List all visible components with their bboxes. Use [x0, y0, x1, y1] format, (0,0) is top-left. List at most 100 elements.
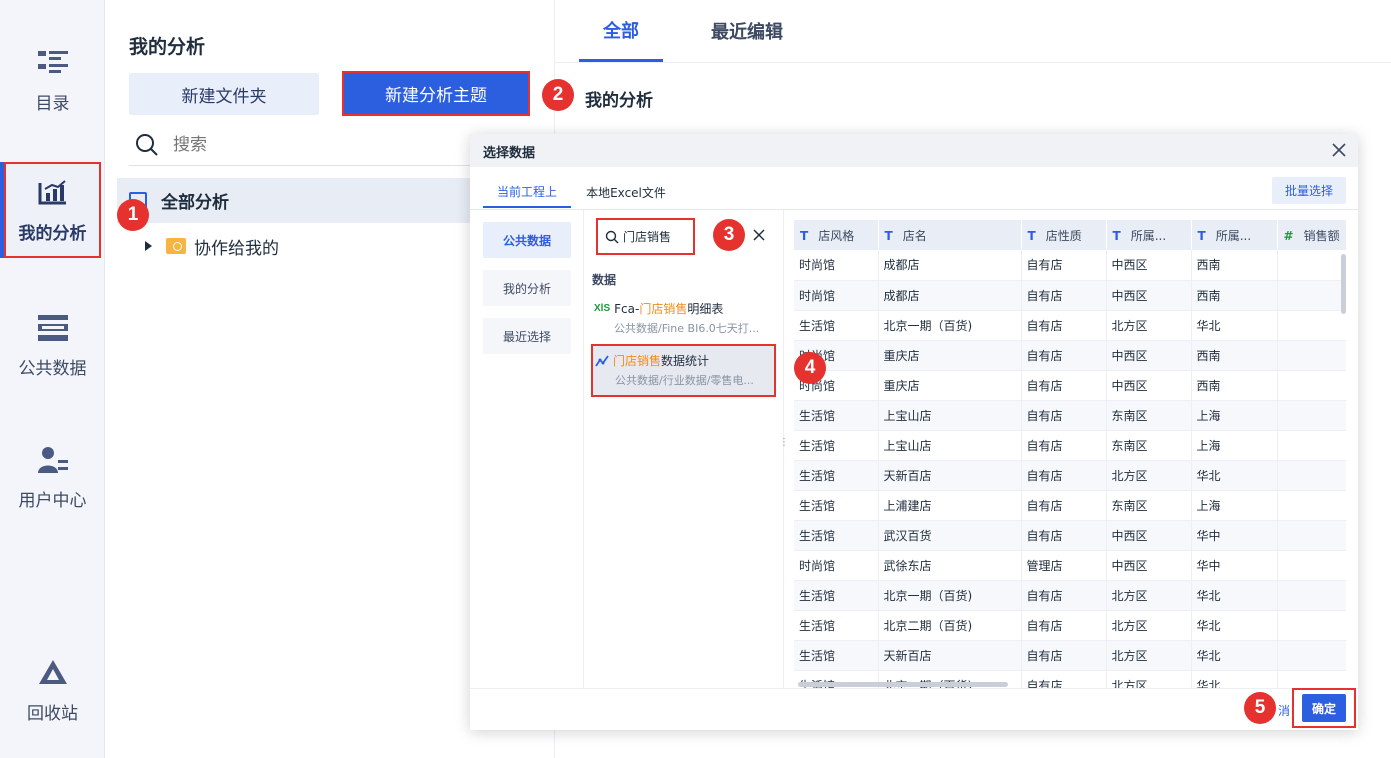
- table-cell: 北方区: [1106, 610, 1192, 641]
- nav-label: 目录: [35, 93, 70, 114]
- dialog-title: 选择数据: [483, 146, 536, 161]
- table-cell: 时尚馆: [794, 550, 879, 581]
- table-cell: 1,84: [1277, 640, 1346, 671]
- vertical-scrollbar[interactable]: [1341, 254, 1346, 314]
- tab-local-excel[interactable]: 本地Excel文件: [580, 176, 672, 208]
- nav-item-recycle-bin[interactable]: 回收站: [0, 640, 105, 740]
- tab-all[interactable]: 全部: [579, 0, 663, 62]
- table-cell: 生活馆: [794, 310, 879, 341]
- dataset-search-field[interactable]: 门店销售: [596, 218, 695, 255]
- confirm-button[interactable]: 确定: [1302, 694, 1346, 722]
- table-cell: 北京二期（百货): [878, 610, 1022, 641]
- table-row[interactable]: 生活馆武汉百货自有店中西区华中5,67: [794, 520, 1346, 551]
- dataset-search-value[interactable]: 门店销售: [623, 228, 671, 245]
- step-badge: 4: [794, 352, 826, 384]
- dataset-list: 门店销售 数据 XlS Fca- 门店销售 明细表 公共数据/Fine BI6.0七…: [584, 210, 784, 688]
- table-row[interactable]: 生活馆北京二期（百货)自有店北方区华北5,39: [794, 610, 1346, 641]
- table-cell: 1,37: [1277, 670, 1346, 688]
- dataset-item-title: 门店销售 数据统计: [595, 352, 709, 369]
- dataset-item-detail[interactable]: XlS Fca- 门店销售 明细表 公共数据/Fine BI6.0七天打...: [592, 294, 774, 342]
- side-my-analysis[interactable]: 我的分析: [483, 270, 571, 306]
- dataset-name-highlight: 门店销售: [639, 302, 688, 316]
- table-cell: 华北: [1191, 610, 1278, 641]
- table-cell: 5,67: [1277, 520, 1346, 551]
- left-nav: 目录 我的分析 公共数据 用户中心 回收站: [0, 0, 105, 758]
- horizontal-scrollbar[interactable]: [798, 682, 1008, 687]
- table-row[interactable]: 生活馆上浦建店自有店东南区上海2,78: [794, 490, 1346, 521]
- dataset-item-statistics[interactable]: 门店销售 数据统计 公共数据/行业数据/零售电...: [591, 344, 776, 397]
- column-header[interactable]: # 销售额: [1277, 220, 1346, 250]
- tree-item-shared-with-me[interactable]: 协作给我的: [145, 232, 279, 260]
- tree-item-all-analysis[interactable]: 全部分析: [117, 178, 477, 223]
- table-cell: 中西区: [1106, 280, 1192, 311]
- table-cell: 西南: [1191, 340, 1278, 371]
- table-cell: 北方区: [1106, 310, 1192, 341]
- nav-item-public-data[interactable]: 公共数据: [0, 295, 105, 395]
- table-cell: 1,04: [1277, 250, 1346, 281]
- excel-icon: XlS: [594, 303, 611, 314]
- new-folder-button[interactable]: 新建文件夹: [129, 73, 319, 115]
- search-input[interactable]: [173, 134, 453, 155]
- table-cell: 中西区: [1106, 370, 1192, 401]
- nav-item-catalog[interactable]: 目录: [0, 30, 105, 130]
- table-row[interactable]: 时尚馆武徐东店管理店中西区华中1,76: [794, 550, 1346, 581]
- table-row[interactable]: 生活馆北京一期（百货)自有店北方区华北3,97: [794, 310, 1346, 341]
- text-type-icon: T: [884, 228, 893, 243]
- table-row[interactable]: 生活馆天新百店自有店北方区华北3,55: [794, 460, 1346, 491]
- table-row[interactable]: 生活馆天新百店自有店北方区华北1,84: [794, 640, 1346, 671]
- table-cell: 自有店: [1021, 250, 1107, 281]
- table-cell: 上海: [1191, 430, 1278, 461]
- analysis-icon: [37, 177, 69, 209]
- column-header[interactable]: T 店性质: [1021, 220, 1107, 250]
- table-cell: 时尚馆: [794, 250, 879, 281]
- dataset-name-suffix: 明细表: [687, 302, 724, 316]
- column-header[interactable]: T 所属...: [1191, 220, 1278, 250]
- tab-recent-edits[interactable]: 最近编辑: [700, 0, 794, 62]
- table-cell: 华北: [1191, 670, 1278, 688]
- table-row[interactable]: 时尚馆成都店自有店中西区西南3,36: [794, 280, 1346, 311]
- table-cell: 1,20: [1277, 430, 1346, 461]
- batch-select-button[interactable]: 批量选择: [1272, 177, 1346, 204]
- search-icon: [136, 133, 158, 156]
- tab-current-project[interactable]: 当前工程上: [483, 176, 571, 208]
- table-cell: 东南区: [1106, 490, 1192, 521]
- table-cell: 上海: [1191, 400, 1278, 431]
- table-row[interactable]: 时尚馆重庆店自有店中西区西南1,00: [794, 370, 1346, 401]
- caret-right-icon[interactable]: [145, 241, 152, 251]
- panel-title: 我的分析: [129, 36, 206, 58]
- column-header[interactable]: T 所属...: [1106, 220, 1192, 250]
- table-cell: 重庆店: [878, 370, 1022, 401]
- text-type-icon: T: [1027, 228, 1036, 243]
- nav-label: 我的分析: [18, 223, 87, 244]
- table-cell: 华北: [1191, 640, 1278, 671]
- step-badge: 5: [1244, 692, 1276, 724]
- close-icon[interactable]: [1330, 141, 1348, 159]
- clear-icon[interactable]: [752, 228, 766, 242]
- nav-label: 回收站: [27, 703, 78, 724]
- table-cell: 3,97: [1277, 310, 1346, 341]
- new-analysis-theme-button[interactable]: 新建分析主题: [344, 73, 528, 114]
- table-cell: 4,86: [1277, 400, 1346, 431]
- dataset-item-path: 公共数据/Fine BI6.0七天打...: [614, 322, 760, 335]
- table-row[interactable]: 时尚馆重庆店自有店中西区西南5,96: [794, 340, 1346, 371]
- table-cell: 华北: [1191, 310, 1278, 341]
- column-header[interactable]: T 店风格: [794, 220, 879, 250]
- table-row[interactable]: 生活馆上宝山店自有店东南区上海1,20: [794, 430, 1346, 461]
- resize-handle-icon[interactable]: ⋮: [779, 438, 789, 456]
- nav-item-user-center[interactable]: 用户中心: [0, 427, 105, 527]
- dataset-category-label: 数据: [592, 273, 617, 287]
- text-type-icon: T: [1197, 228, 1206, 243]
- table-row[interactable]: 生活馆上宝山店自有店东南区上海4,86: [794, 400, 1346, 431]
- recycle-bin-icon: [37, 657, 69, 689]
- table-cell: 上海: [1191, 490, 1278, 521]
- table-row[interactable]: 时尚馆成都店自有店中西区西南1,04: [794, 250, 1346, 281]
- table-cell: 自有店: [1021, 580, 1107, 611]
- side-recent[interactable]: 最近选择: [483, 318, 571, 354]
- dataset-item-path: 公共数据/行业数据/零售电...: [615, 374, 754, 387]
- column-header-label: 店名: [902, 228, 927, 243]
- side-public-data[interactable]: 公共数据: [483, 222, 571, 258]
- table-cell: 武汉百货: [878, 520, 1022, 551]
- column-header[interactable]: T 店名: [878, 220, 1022, 250]
- table-row[interactable]: 生活馆北京一期（百货)自有店北方区华北1,75: [794, 580, 1346, 611]
- nav-item-my-analysis[interactable]: 我的分析: [4, 162, 101, 258]
